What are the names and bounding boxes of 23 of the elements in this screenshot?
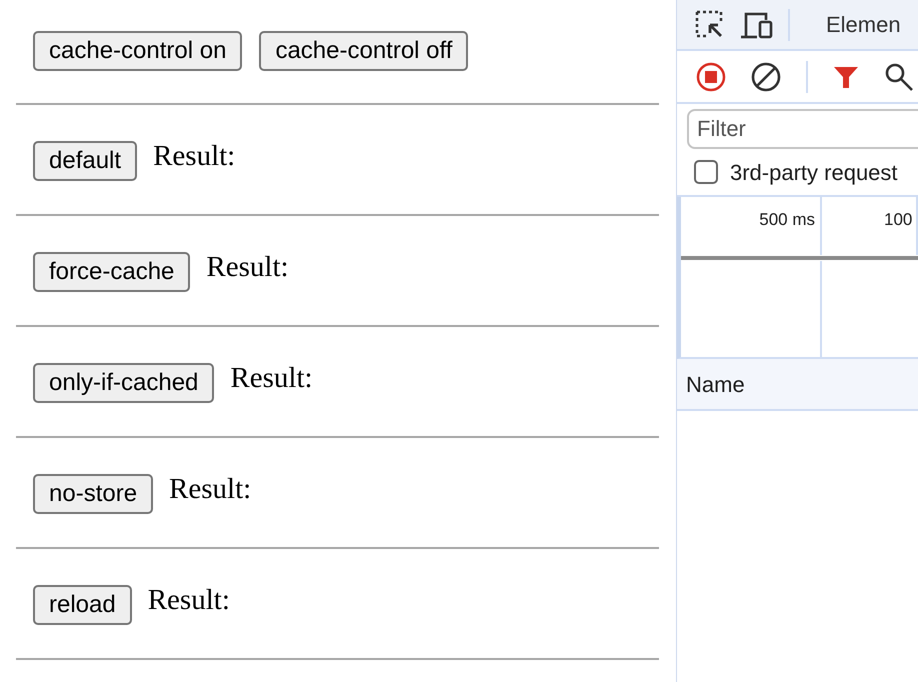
action-button[interactable]: only-if-cached [33,362,214,402]
action-button[interactable]: reload [33,584,132,624]
result-label: Result: [169,472,252,507]
action-button[interactable]: cache-control off [259,30,468,70]
action-button[interactable]: default [33,140,138,180]
search-icon[interactable] [884,62,914,92]
result-label: Result: [206,250,289,285]
result-label: Result: [230,360,313,396]
timeline-tick: 500 ms [759,209,815,229]
filter-field[interactable]: Filter [687,109,918,149]
checkbox-label: 3rd-party request [730,158,898,187]
result-label: Result: [148,582,230,618]
timeline-tick: 100 [884,209,912,229]
devtools-tab[interactable]: Elemen [804,8,901,41]
record-icon[interactable] [696,62,726,92]
action-button[interactable]: cache-control on [33,30,242,70]
action-button[interactable]: no-store [33,474,154,514]
device-toolbar-icon[interactable] [740,10,774,40]
checkbox[interactable] [694,160,718,184]
clear-icon[interactable] [751,62,781,92]
result-label: Result: [153,138,236,174]
column-header[interactable]: Name [686,368,745,400]
action-button[interactable]: force-cache [33,252,190,292]
